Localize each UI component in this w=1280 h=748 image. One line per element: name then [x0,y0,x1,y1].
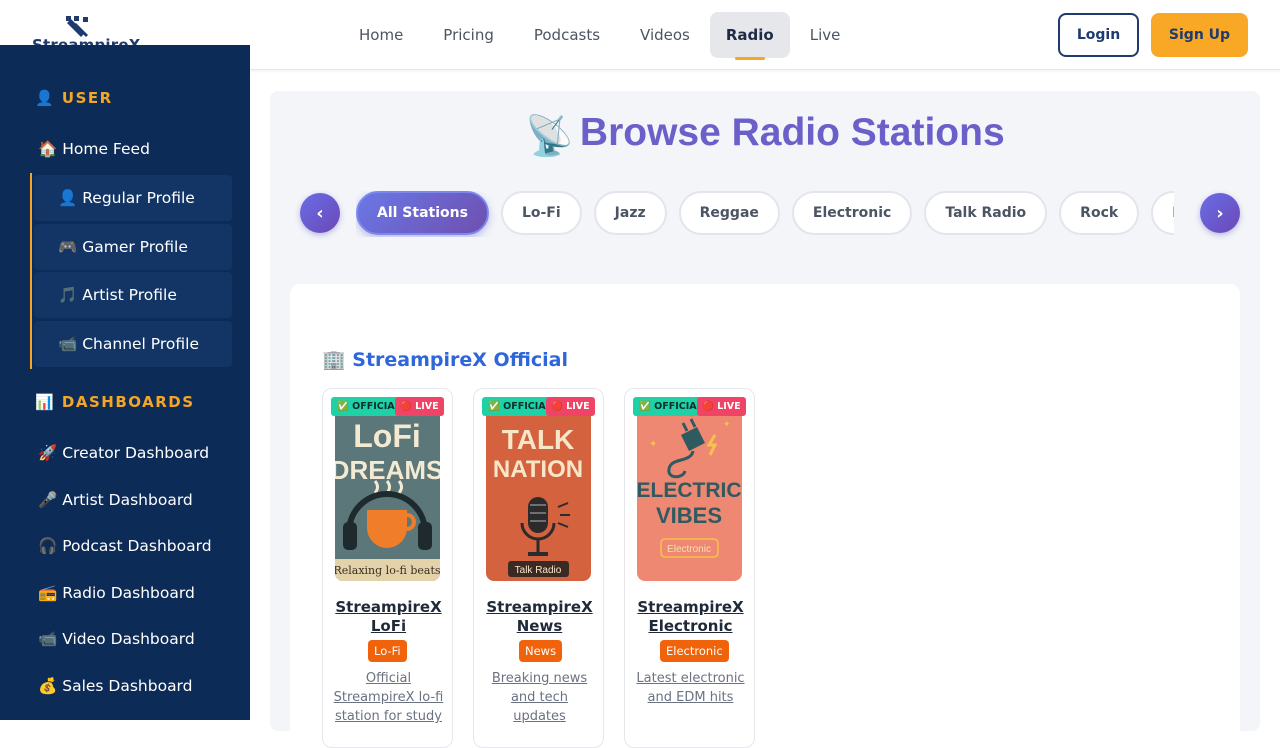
category-filter-row: ‹ All Stations Lo-Fi Jazz Reggae Electro… [300,191,1240,237]
category-reggae[interactable]: Reggae [678,191,780,235]
art-caption: Talk Radio [515,565,562,576]
sidebar-section-dashboards: 📊 DASHBOARDS [35,393,195,411]
art-line1: LoFi [353,418,421,454]
sidebar-item-creator-dashboard[interactable]: 🚀 Creator Dashboard [38,444,209,462]
art-line1: ELECTRIC [637,479,742,502]
section-title-official: 🏢 StreampireX Official [322,349,568,371]
sidebar-item-regular-profile[interactable]: 👤 Regular Profile [34,175,232,221]
login-button[interactable]: Login [1058,13,1139,57]
scroll-right-button[interactable]: › [1200,193,1240,233]
scroll-left-button[interactable]: ‹ [300,193,340,233]
nav-live[interactable]: Live [790,12,861,58]
main-nav: Home Pricing Podcasts Videos Radio Live [339,12,861,60]
talk-cover-art: TALK NATION Talk Radio [486,407,591,581]
station-description[interactable]: Breaking news and tech updates [484,669,595,726]
stations-panel: 🏢 StreampireX Official ✅ OFFICIAL 🔴 LIVE… [290,284,1240,748]
live-badge: 🔴 LIVE [395,397,444,416]
nav-pricing[interactable]: Pricing [423,12,514,58]
station-artwork: TALK NATION Talk Radio [486,407,591,581]
sidebar-item-podcast-dashboard[interactable]: 🎧 Podcast Dashboard [38,537,212,555]
station-name[interactable]: StreampireX Electronic [625,598,754,636]
sidebar-item-artist-profile[interactable]: 🎵 Artist Profile [34,272,232,318]
nav-home[interactable]: Home [339,12,423,58]
lofi-cover-art: LoFi DREAMS Relaxing lo-fi beats [335,407,440,581]
satellite-dish-icon: 📡 [525,115,574,158]
live-badge: 🔴 LIVE [697,397,746,416]
art-line2: NATION [493,456,583,483]
station-artwork: ✦ ✦ ELECTRIC VIBES Electronic [637,407,742,581]
sidebar-item-home-feed[interactable]: 🏠 Home Feed [38,140,150,158]
art-line2: DREAMS [335,455,440,485]
genre-badge: Lo-Fi [368,640,407,662]
nav-podcasts[interactable]: Podcasts [514,12,620,58]
genre-badge: News [519,640,563,662]
signup-button[interactable]: Sign Up [1151,13,1248,57]
nav-radio[interactable]: Radio [709,12,790,60]
electronic-cover-art: ✦ ✦ ELECTRIC VIBES Electronic [637,407,742,581]
sidebar-section-user: 👤 USER [35,89,113,107]
category-electronic[interactable]: Electronic [791,191,913,235]
main-content: 📡 Browse Radio Stations ‹ All Stations Lo… [270,91,1260,748]
art-caption: Relaxing lo-fi beats [335,564,440,577]
nav-videos[interactable]: Videos [620,12,710,58]
page-title: 📡 Browse Radio Stations [270,111,1260,159]
category-talk-radio[interactable]: Talk Radio [924,191,1048,235]
category-pills: All Stations Lo-Fi Jazz Reggae Electroni… [356,191,1174,237]
sidebar-item-channel-profile[interactable]: 📹 Channel Profile [34,321,232,367]
station-card[interactable]: ✅ OFFICIAL 🔴 LIVE ✦ ✦ ELECTRIC VIBES Ele… [624,388,755,748]
category-jazz[interactable]: Jazz [593,191,667,235]
art-line2: VIBES [656,503,722,528]
svg-text:✦: ✦ [723,420,731,430]
art-caption: Electronic [667,544,711,555]
sidebar-item-video-dashboard[interactable]: 📹 Video Dashboard [38,630,195,648]
live-badge: 🔴 LIVE [546,397,595,416]
art-line1: TALK [502,424,575,455]
category-all-stations[interactable]: All Stations [356,191,489,235]
sidebar-item-radio-dashboard[interactable]: 📻 Radio Dashboard [38,584,195,602]
station-card[interactable]: ✅ OFFICIAL 🔴 LIVE LoFi DREAMS Relaxing l… [322,388,453,748]
category-rock[interactable]: Rock [1059,191,1140,235]
category-lofi[interactable]: Lo-Fi [500,191,582,235]
category-hip-hop[interactable]: Hip Hop [1151,191,1174,235]
sidebar-profiles-group: 👤 Regular Profile 🎮 Gamer Profile 🎵 Arti… [30,173,232,369]
sidebar-item-sales-dashboard[interactable]: 💰 Sales Dashboard [38,677,193,695]
station-name[interactable]: StreampireX News [474,598,603,636]
sidebar-item-gamer-profile[interactable]: 🎮 Gamer Profile [34,224,232,270]
genre-badge: Electronic [660,640,729,662]
station-card[interactable]: ✅ OFFICIAL 🔴 LIVE TALK NATION Talk Radio… [473,388,604,748]
sidebar-item-artist-dashboard[interactable]: 🎤 Artist Dashboard [38,491,193,509]
station-artwork: LoFi DREAMS Relaxing lo-fi beats [335,407,440,581]
page-title-text: Browse Radio Stations [579,111,1005,154]
station-description[interactable]: Official StreampireX lo-fi station for s… [333,669,444,726]
station-description[interactable]: Latest electronic and EDM hits [635,669,746,707]
sidebar: 👤 USER 🏠 Home Feed 👤 Regular Profile 🎮 G… [0,45,250,720]
svg-text:✦: ✦ [649,439,657,450]
station-name[interactable]: StreampireX LoFi [323,598,452,636]
